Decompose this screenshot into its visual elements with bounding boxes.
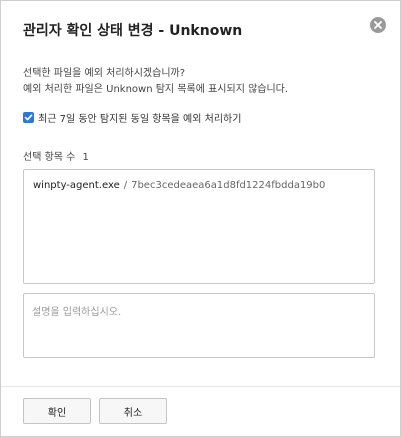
item-hash: 7bec3cedeaea6a1d8fd1224fbdda19b0 bbox=[131, 180, 326, 191]
list-item: winpty-agent.exe/7bec3cedeaea6a1d8fd1224… bbox=[33, 180, 325, 191]
cancel-button[interactable]: 취소 bbox=[99, 398, 167, 424]
info-message: 예외 처리한 파일은 Unknown 탐지 목록에 표시되지 않습니다. bbox=[23, 84, 289, 95]
dialog-title: 관리자 확인 상태 변경 - Unknown bbox=[23, 23, 243, 39]
description-input[interactable] bbox=[23, 293, 375, 358]
item-separator: / bbox=[123, 180, 128, 191]
selected-count-value: 1 bbox=[82, 152, 89, 163]
selected-items-list[interactable]: winpty-agent.exe/7bec3cedeaea6a1d8fd1224… bbox=[23, 169, 375, 284]
exception-checkbox-label[interactable]: 최근 7일 동안 탐지된 동일 항목을 예외 처리하기 bbox=[38, 110, 241, 125]
exception-checkbox-row[interactable]: 최근 7일 동안 탐지된 동일 항목을 예외 처리하기 bbox=[23, 110, 241, 125]
status-change-dialog: 관리자 확인 상태 변경 - Unknown 선택한 파일을 예외 처리하시겠습… bbox=[0, 0, 401, 437]
checkmark-icon bbox=[24, 114, 33, 121]
confirm-button[interactable]: 확인 bbox=[23, 398, 91, 424]
close-icon[interactable] bbox=[370, 17, 386, 33]
footer-divider bbox=[1, 386, 400, 387]
confirm-message: 선택한 파일을 예외 처리하시겠습니까? bbox=[23, 68, 186, 79]
selected-count: 선택 항목 수 1 bbox=[23, 148, 89, 163]
selected-count-label: 선택 항목 수 bbox=[23, 152, 76, 163]
item-filename: winpty-agent.exe bbox=[33, 180, 120, 191]
exception-checkbox[interactable] bbox=[23, 112, 34, 123]
